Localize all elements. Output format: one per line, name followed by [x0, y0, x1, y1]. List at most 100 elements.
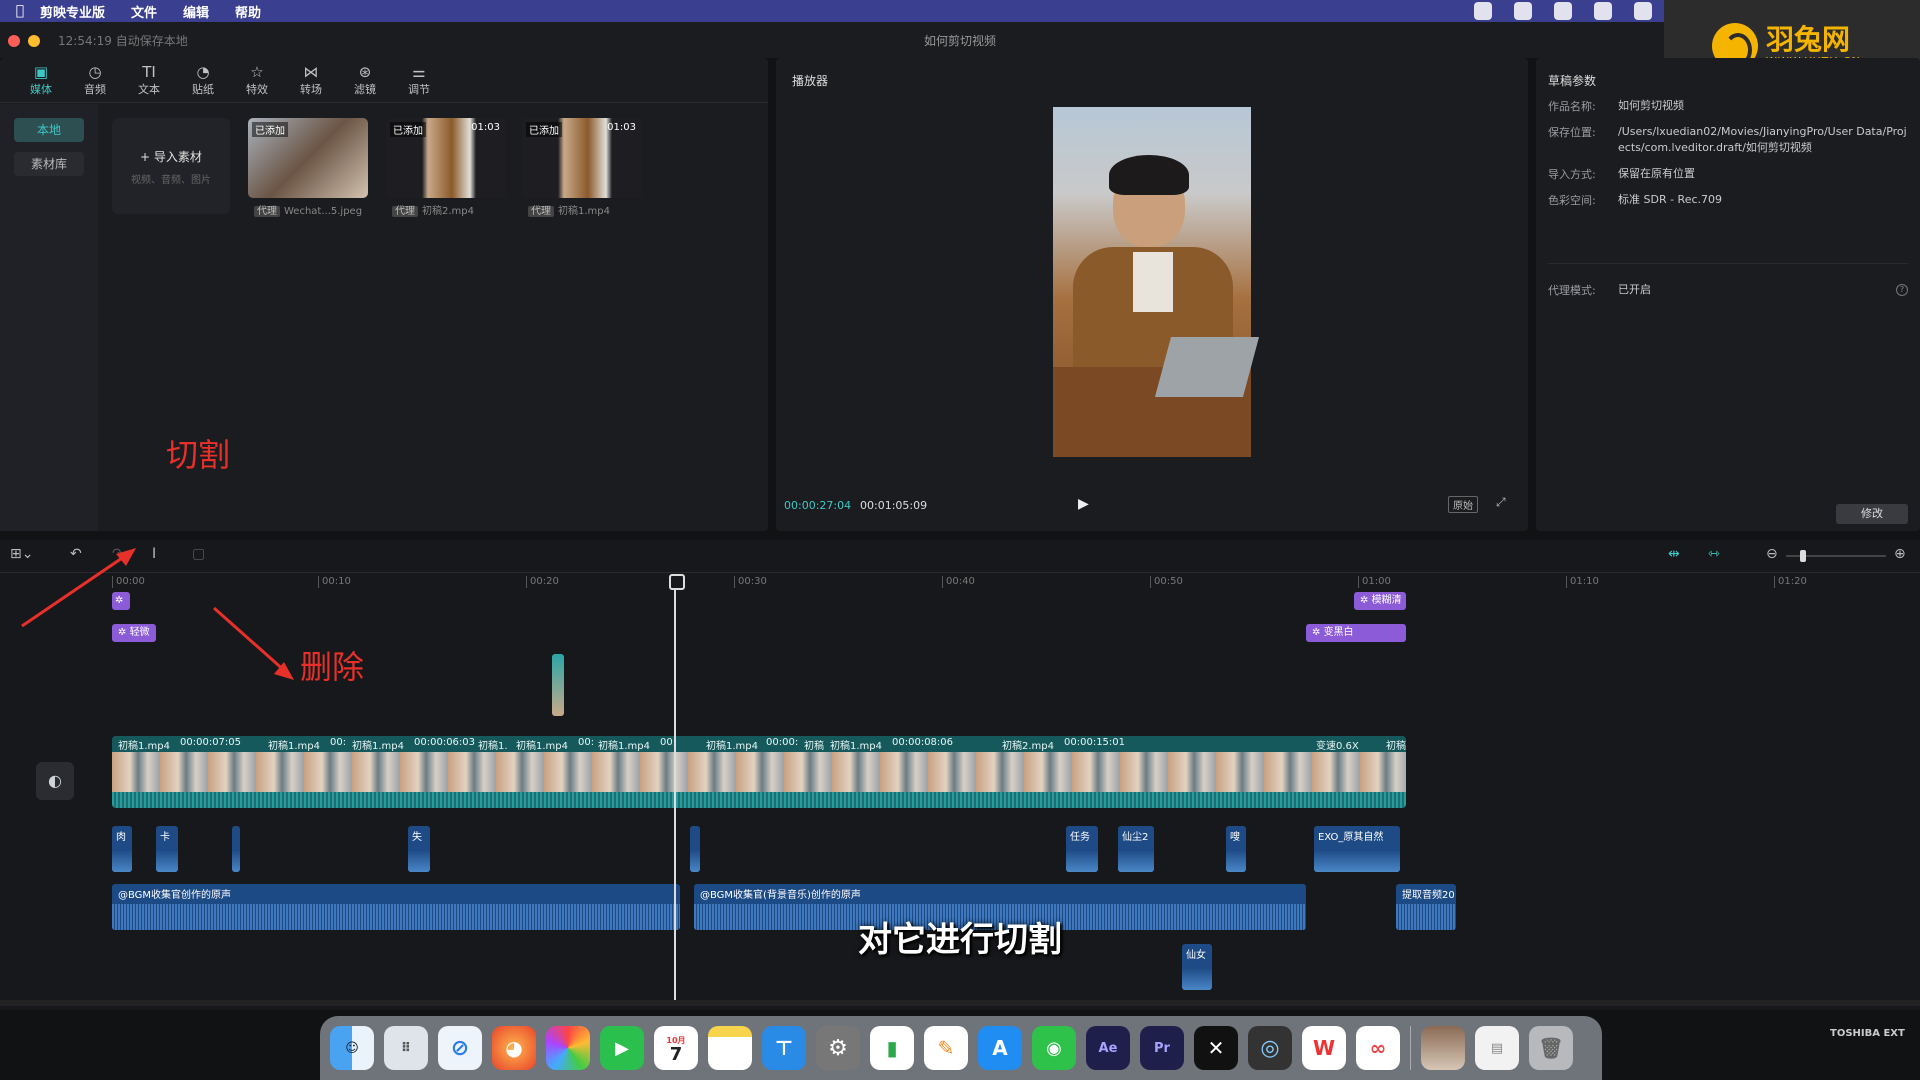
- sfx-clip[interactable]: EXO_原其自然: [1314, 826, 1400, 872]
- capcut-icon[interactable]: ✕: [1194, 1026, 1238, 1070]
- wifi-icon[interactable]: [1634, 2, 1652, 20]
- magnet-icon[interactable]: ⇹: [1668, 546, 1680, 562]
- proxy-badge: 代理: [528, 206, 554, 217]
- tab-audio[interactable]: ◷ 音频: [68, 58, 122, 102]
- clip-duration: 00:00:08:06: [892, 737, 954, 748]
- tab-transition[interactable]: ⋈ 转场: [284, 58, 338, 102]
- effect-clip-blur[interactable]: ✲ 模糊清: [1354, 592, 1406, 610]
- wechat-icon[interactable]: ◉: [1032, 1026, 1076, 1070]
- pages-icon[interactable]: ✎: [924, 1026, 968, 1070]
- link-icon[interactable]: ⇿: [1708, 546, 1720, 562]
- clip-name: 初稿1.mp4: [830, 741, 882, 752]
- creative-cloud-icon[interactable]: ∞: [1356, 1026, 1400, 1070]
- import-media-button[interactable]: + 导入素材 视频、音频、图片: [112, 118, 230, 214]
- status-record-icon[interactable]: [1474, 2, 1492, 20]
- sfx-clip[interactable]: [690, 826, 700, 872]
- edit-button[interactable]: 修改: [1836, 504, 1908, 524]
- sfx-clip[interactable]: 任务: [1066, 826, 1098, 872]
- preview-image-icon[interactable]: [1421, 1026, 1465, 1070]
- bgm-label: 提取音频20: [1402, 890, 1455, 901]
- media-thumb-draft2[interactable]: 已添加 01:03: [386, 118, 506, 198]
- tab-media[interactable]: ▣ 媒体: [14, 58, 68, 102]
- video-preview[interactable]: [1053, 107, 1260, 457]
- safari-icon[interactable]: ⊘: [438, 1026, 482, 1070]
- sfx-clip[interactable]: 仙尘2: [1118, 826, 1154, 872]
- prop-key: 保存位置:: [1548, 126, 1596, 139]
- wps-icon[interactable]: W: [1302, 1026, 1346, 1070]
- apple-icon[interactable]: : [0, 3, 40, 19]
- zoom-in-icon[interactable]: ⊕: [1894, 546, 1906, 562]
- premiere-icon[interactable]: Pr: [1140, 1026, 1184, 1070]
- menu-app[interactable]: 剪映专业版: [40, 2, 105, 21]
- clip-name: 初稿: [1386, 741, 1406, 752]
- tab-sticker[interactable]: ◔ 贴纸: [176, 58, 230, 102]
- sfx-label: 肉: [116, 832, 126, 843]
- bgm-label: @BGM收集官(背景音乐)创作的原声: [700, 890, 861, 901]
- media-sidebar: 本地 素材库: [0, 104, 98, 531]
- sfx-clip[interactable]: 肉: [112, 826, 132, 872]
- status-wps-icon[interactable]: [1554, 2, 1572, 20]
- numbers-icon[interactable]: ▮: [870, 1026, 914, 1070]
- mute-track-button[interactable]: ◐: [36, 762, 74, 800]
- sidebar-item-local[interactable]: 本地: [14, 118, 84, 142]
- sfx-clip[interactable]: 嗖: [1226, 826, 1246, 872]
- tab-text[interactable]: TI 文本: [122, 58, 176, 102]
- overlay-clip[interactable]: [552, 654, 564, 716]
- sfx-clip[interactable]: 失: [408, 826, 430, 872]
- import-label: 导入素材: [153, 150, 202, 164]
- preview-person-hair: [1109, 155, 1189, 195]
- menu-edit[interactable]: 编辑: [183, 2, 209, 21]
- zoom-slider-handle[interactable]: [1800, 550, 1806, 562]
- annotation-delete: 删除: [300, 648, 365, 686]
- launchpad-icon[interactable]: ⠿: [384, 1026, 428, 1070]
- prop-key: 作品名称:: [1548, 100, 1596, 113]
- help-icon[interactable]: ?: [1896, 284, 1908, 296]
- photos-icon[interactable]: [546, 1026, 590, 1070]
- main-video-track[interactable]: 初稿1.mp4 00:00:07:05 初稿1.mp4 00: 初稿1.mp4 …: [112, 736, 1406, 808]
- menu-bar:  剪映专业版 文件 编辑 帮助: [0, 0, 1664, 22]
- quicktime-icon[interactable]: ◎: [1248, 1026, 1292, 1070]
- tab-effects[interactable]: ☆ 特效: [230, 58, 284, 102]
- clip-duration: 00:00:07:05: [180, 737, 242, 748]
- clip-duration: 00:00:06:03: [414, 737, 476, 748]
- trash-icon[interactable]: 🗑: [1529, 1026, 1573, 1070]
- documents-folder-icon[interactable]: ▤: [1475, 1026, 1519, 1070]
- media-icon: ▣: [33, 63, 49, 81]
- firefox-icon[interactable]: ◕: [492, 1026, 536, 1070]
- timeline-scrollbar[interactable]: [0, 1000, 1920, 1006]
- clip-name: 初稿1.mp4: [706, 741, 758, 752]
- effect-clip-blackwhite[interactable]: ✲ 变黑白: [1306, 624, 1406, 642]
- effect-label: 变黑白: [1323, 627, 1354, 638]
- status-input-icon[interactable]: [1594, 2, 1612, 20]
- menu-help[interactable]: 帮助: [235, 2, 261, 21]
- media-thumb-jpeg[interactable]: 已添加: [248, 118, 368, 198]
- fullscreen-icon[interactable]: ⤢: [1496, 495, 1506, 510]
- player-panel: 播放器 00:00:27:04 00:01:05:09 ▶ 原始 ⤢: [776, 58, 1528, 531]
- keynote-icon[interactable]: ⊤: [762, 1026, 806, 1070]
- notes-icon[interactable]: [708, 1026, 752, 1070]
- tab-label: 调节: [408, 83, 430, 96]
- sidebar-item-library[interactable]: 素材库: [14, 152, 84, 176]
- after-effects-icon[interactable]: Ae: [1086, 1026, 1130, 1070]
- menu-file[interactable]: 文件: [131, 2, 157, 21]
- added-badge: 已添加: [252, 122, 288, 137]
- sfx-wave: [1066, 850, 1098, 872]
- zoom-out-icon[interactable]: ⊖: [1766, 546, 1778, 562]
- settings-icon[interactable]: ⚙: [816, 1026, 860, 1070]
- status-cc-icon[interactable]: [1514, 2, 1532, 20]
- play-icon[interactable]: ▶: [1078, 496, 1089, 512]
- sfx-wave: [690, 850, 700, 872]
- media-thumb-draft1[interactable]: 已添加 01:03: [522, 118, 642, 198]
- finder-icon[interactable]: ☺: [330, 1026, 374, 1070]
- app-store-icon[interactable]: A: [978, 1026, 1022, 1070]
- facetime-icon[interactable]: ▶: [600, 1026, 644, 1070]
- tab-adjust[interactable]: ⚌ 调节: [392, 58, 446, 102]
- clip-duration: 00:: [330, 737, 347, 748]
- sfx-clip[interactable]: [232, 826, 240, 872]
- sfx-clip[interactable]: 卡: [156, 826, 178, 872]
- external-drive-label[interactable]: TOSHIBA EXT: [1830, 1028, 1905, 1039]
- tab-filter[interactable]: ⊛ 滤镜: [338, 58, 392, 102]
- prop-value: 标准 SDR - Rec.709: [1618, 193, 1723, 206]
- aspect-ratio-button[interactable]: 原始: [1448, 496, 1478, 513]
- calendar-icon[interactable]: 10月 7: [654, 1026, 698, 1070]
